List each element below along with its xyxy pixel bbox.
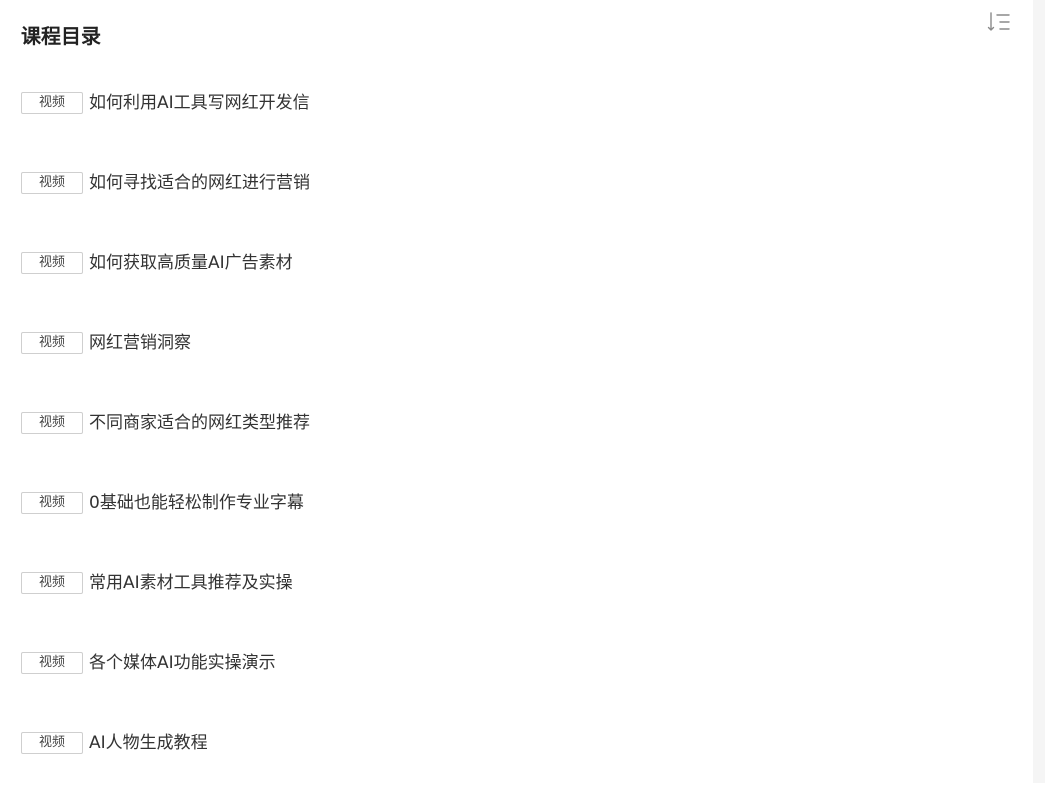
- lesson-item[interactable]: 视频 常用AI素材工具推荐及实操: [21, 561, 1001, 641]
- video-badge: 视频: [21, 492, 83, 514]
- lesson-item[interactable]: 视频 网红营销洞察: [21, 321, 1001, 401]
- lesson-item[interactable]: 视频 AI人物生成教程: [21, 721, 1001, 801]
- lesson-title[interactable]: 不同商家适合的网红类型推荐: [89, 412, 310, 434]
- lesson-title[interactable]: 常用AI素材工具推荐及实操: [89, 572, 293, 594]
- video-badge: 视频: [21, 252, 83, 274]
- sort-list-icon: [987, 12, 1010, 31]
- right-scroll-gutter: [1033, 0, 1045, 783]
- video-badge: 视频: [21, 412, 83, 434]
- lesson-item[interactable]: 视频 各个媒体AI功能实操演示: [21, 641, 1001, 721]
- lesson-title[interactable]: 如何获取高质量AI广告素材: [89, 252, 293, 274]
- lesson-title[interactable]: 0基础也能轻松制作专业字幕: [89, 492, 304, 514]
- video-badge: 视频: [21, 92, 83, 114]
- catalog-header: 课程目录: [21, 0, 1033, 48]
- lesson-row: 视频 网红营销洞察: [21, 321, 191, 365]
- lesson-item[interactable]: 视频 如何利用AI工具写网红开发信: [21, 81, 1001, 161]
- video-badge: 视频: [21, 732, 83, 754]
- lesson-item[interactable]: 视频 如何获取高质量AI广告素材: [21, 241, 1001, 321]
- sort-button[interactable]: [987, 10, 1013, 36]
- lesson-row: 视频 不同商家适合的网红类型推荐: [21, 401, 310, 445]
- lesson-row: 视频 常用AI素材工具推荐及实操: [21, 561, 293, 605]
- lesson-item[interactable]: 视频 不同商家适合的网红类型推荐: [21, 401, 1001, 481]
- lesson-row: 视频 如何获取高质量AI广告素材: [21, 241, 293, 285]
- video-badge: 视频: [21, 332, 83, 354]
- lesson-title[interactable]: 网红营销洞察: [89, 332, 191, 354]
- lesson-row: 视频 如何寻找适合的网红进行营销: [21, 161, 310, 205]
- video-badge: 视频: [21, 172, 83, 194]
- lesson-row: 视频 如何利用AI工具写网红开发信: [21, 81, 310, 125]
- lesson-title[interactable]: 如何利用AI工具写网红开发信: [89, 92, 310, 114]
- lesson-title[interactable]: AI人物生成教程: [89, 732, 208, 754]
- video-badge: 视频: [21, 572, 83, 594]
- lesson-item[interactable]: 视频 0基础也能轻松制作专业字幕: [21, 481, 1001, 561]
- page-title: 课程目录: [21, 24, 101, 49]
- lesson-title[interactable]: 各个媒体AI功能实操演示: [89, 652, 276, 674]
- course-catalog-panel: 课程目录 视频 如何利用AI工具写网红开发信 视频 如何寻找适合的网红进行营销 …: [0, 0, 1033, 783]
- lesson-row: 视频 各个媒体AI功能实操演示: [21, 641, 276, 685]
- video-badge: 视频: [21, 652, 83, 674]
- lesson-row: 视频 AI人物生成教程: [21, 721, 208, 765]
- lesson-list: 视频 如何利用AI工具写网红开发信 视频 如何寻找适合的网红进行营销 视频 如何…: [21, 81, 1001, 801]
- lesson-row: 视频 0基础也能轻松制作专业字幕: [21, 481, 304, 525]
- lesson-item[interactable]: 视频 如何寻找适合的网红进行营销: [21, 161, 1001, 241]
- lesson-title[interactable]: 如何寻找适合的网红进行营销: [89, 172, 310, 194]
